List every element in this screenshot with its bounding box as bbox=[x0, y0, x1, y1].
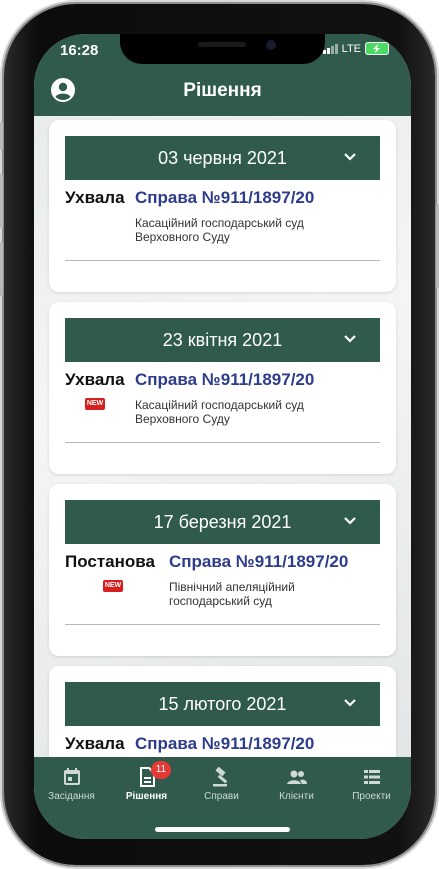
tab-clients[interactable]: Клієнти bbox=[259, 767, 334, 802]
signal-icon bbox=[322, 43, 338, 54]
decision-card[interactable]: 17 березня 2021 Постанова Справа №911/18… bbox=[49, 484, 396, 656]
date-header[interactable]: 17 березня 2021 bbox=[65, 500, 380, 544]
decisions-count-badge: 11 bbox=[151, 761, 171, 779]
tab-label: Справи bbox=[204, 791, 239, 802]
decision-date: 15 лютого 2021 bbox=[158, 694, 287, 714]
tab-label: Проекти bbox=[352, 791, 391, 802]
decision-date: 23 квітня 2021 bbox=[162, 330, 283, 350]
chevron-down-icon[interactable] bbox=[342, 695, 358, 711]
front-camera bbox=[266, 40, 276, 50]
decision-type: Постанова bbox=[65, 552, 155, 571]
decisions-list[interactable]: 03 червня 2021 Ухвала Справа №911/1897/2… bbox=[34, 116, 411, 757]
decision-card[interactable]: 23 квітня 2021 Ухвала Справа №911/1897/2… bbox=[49, 302, 396, 474]
tab-hearings[interactable]: Засідання bbox=[34, 767, 109, 802]
status-indicators: LTE bbox=[322, 42, 389, 55]
home-indicator[interactable] bbox=[155, 827, 290, 832]
date-header[interactable]: 23 квітня 2021 bbox=[65, 318, 380, 362]
mute-switch bbox=[0, 122, 3, 150]
decision-card[interactable]: 15 лютого 2021 Ухвала Справа №911/1897/2… bbox=[49, 666, 396, 757]
tab-decisions[interactable]: 11 Рішення bbox=[109, 761, 184, 802]
new-badge: NEW bbox=[85, 398, 105, 410]
chevron-down-icon[interactable] bbox=[342, 149, 358, 165]
court-name: Касаційний господарський суд Верховного … bbox=[135, 216, 304, 244]
volume-down-button bbox=[0, 242, 3, 296]
decision-type: Ухвала bbox=[65, 734, 125, 753]
case-link[interactable]: Справа №911/1897/20 bbox=[135, 370, 314, 390]
page-title: Рішення bbox=[183, 80, 262, 101]
network-label: LTE bbox=[341, 42, 361, 55]
new-badge: NEW bbox=[103, 580, 123, 592]
date-header[interactable]: 03 червня 2021 bbox=[65, 136, 380, 180]
decision-date: 03 червня 2021 bbox=[158, 148, 287, 168]
court-name: Північний апеляційний господарський суд bbox=[169, 580, 295, 608]
status-time: 16:28 bbox=[60, 42, 99, 59]
battery-charging-icon bbox=[365, 42, 389, 55]
app-header: Рішення bbox=[34, 64, 411, 116]
divider bbox=[65, 624, 380, 625]
list-icon bbox=[363, 770, 380, 784]
chevron-down-icon[interactable] bbox=[342, 513, 358, 529]
phone-frame: 16:28 LTE Рішення 03 червня 2021 Ухвала … bbox=[0, 4, 439, 865]
case-link[interactable]: Справа №911/1897/20 bbox=[135, 734, 314, 754]
decision-type: Ухвала bbox=[65, 370, 125, 389]
case-link[interactable]: Справа №911/1897/20 bbox=[169, 552, 348, 572]
tab-projects[interactable]: Проекти bbox=[334, 767, 409, 802]
decision-type: Ухвала bbox=[65, 188, 125, 207]
decision-card[interactable]: 03 червня 2021 Ухвала Справа №911/1897/2… bbox=[49, 120, 396, 292]
tab-cases[interactable]: Справи bbox=[184, 767, 259, 802]
tab-label: Рішення bbox=[125, 791, 168, 802]
divider bbox=[65, 260, 380, 261]
gavel-icon bbox=[212, 767, 227, 787]
people-icon bbox=[286, 770, 307, 784]
tab-label: Клієнти bbox=[279, 791, 314, 802]
tab-label: Засідання bbox=[48, 791, 95, 802]
screen: 16:28 LTE Рішення 03 червня 2021 Ухвала … bbox=[34, 34, 411, 839]
calendar-icon bbox=[63, 768, 80, 785]
decision-date: 17 березня 2021 bbox=[153, 512, 292, 532]
volume-up-button bbox=[0, 174, 3, 228]
date-header[interactable]: 15 лютого 2021 bbox=[65, 682, 380, 726]
divider bbox=[65, 442, 380, 443]
court-name: Касаційний господарський суд Верховного … bbox=[135, 398, 304, 426]
speaker bbox=[198, 42, 246, 47]
bottom-tab-bar: Засідання 11 Рішення Справи Клієнти Прое… bbox=[34, 757, 411, 839]
chevron-down-icon[interactable] bbox=[342, 331, 358, 347]
case-link[interactable]: Справа №911/1897/20 bbox=[135, 188, 314, 208]
notch bbox=[120, 34, 325, 64]
